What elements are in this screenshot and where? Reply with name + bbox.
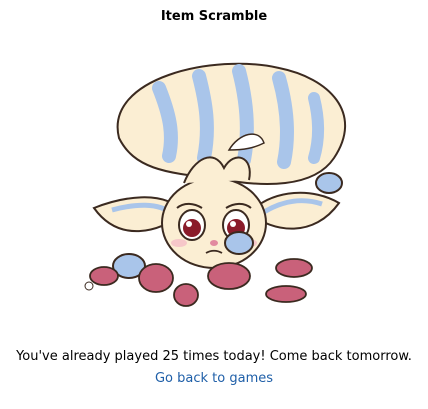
item-scramble-page: Item Scramble You've already played 25 t… xyxy=(0,0,428,409)
back-link-container: Go back to games xyxy=(0,371,428,386)
go-back-to-games-link[interactable]: Go back to games xyxy=(155,371,273,386)
page-title: Item Scramble xyxy=(160,9,268,24)
sad-pet-illustration xyxy=(64,38,364,318)
play-limit-message: You've already played 25 times today! Co… xyxy=(16,349,412,364)
